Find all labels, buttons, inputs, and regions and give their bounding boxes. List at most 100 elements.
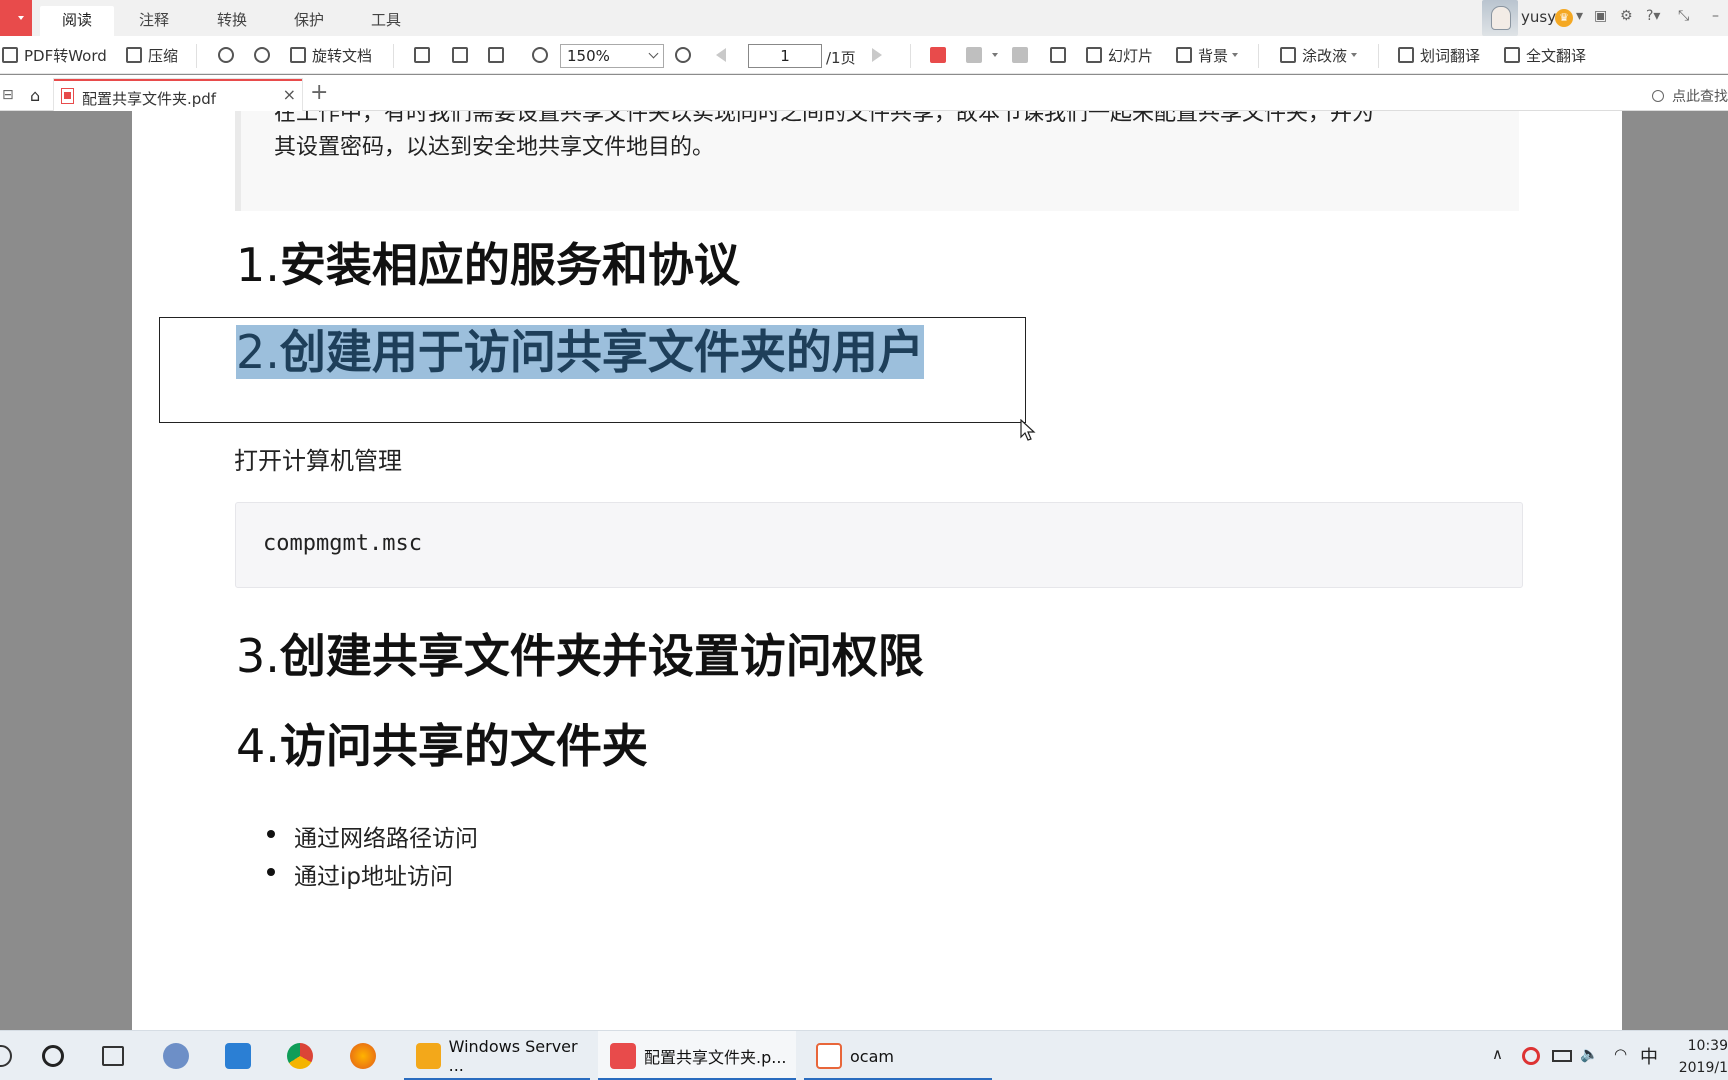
gear-icon[interactable]: ⚙: [1620, 8, 1633, 24]
tab-tools[interactable]: 工具: [352, 8, 420, 36]
fit-width-icon: [452, 47, 468, 63]
slideshow-label: 幻灯片: [1108, 46, 1154, 65]
wifi-icon[interactable]: ◠: [1614, 1045, 1627, 1063]
single-page-icon: [930, 47, 946, 63]
paragraph-open-management: 打开计算机管理: [234, 447, 402, 475]
system-clock[interactable]: 10:39 2019/1: [1679, 1035, 1728, 1079]
divider: [393, 44, 394, 68]
vscode-icon[interactable]: [225, 1043, 251, 1069]
taskbar-app-label: ocam: [850, 1046, 894, 1066]
toolbar: PDF转Word 压缩 旋转文档 150% 1 /1页 幻灯片 背景 涂改液 划…: [0, 36, 1728, 74]
chevron-down-icon: [1232, 53, 1239, 57]
home-icon[interactable]: ⌂: [30, 86, 40, 105]
tab-convert[interactable]: 转换: [198, 8, 266, 36]
battery-icon[interactable]: [1552, 1050, 1572, 1062]
correction-fluid-label: 涂改液: [1302, 46, 1348, 65]
fullscreen-icon[interactable]: ⤡: [1678, 8, 1689, 24]
fullscreen-button[interactable]: [1050, 44, 1072, 66]
message-icon[interactable]: ▣: [1594, 8, 1607, 24]
divider: [196, 44, 197, 68]
heading-number: 4.: [236, 719, 280, 773]
fit-page-icon: [488, 47, 504, 63]
list-item: 通过ip地址访问: [267, 857, 478, 895]
actual-size-button[interactable]: [414, 44, 436, 66]
heading-number: 1.: [236, 238, 280, 292]
chevron-down-icon[interactable]: ▾: [1576, 8, 1583, 24]
ime-indicator[interactable]: 中: [1640, 1043, 1658, 1069]
chevron-down-icon: [18, 16, 24, 20]
list-item: 通过网络路径访问: [267, 819, 478, 857]
sidebar-toggle-icon[interactable]: ⊟: [2, 87, 14, 103]
divider: [910, 44, 911, 68]
rotate-right-button[interactable]: [254, 44, 276, 66]
heading-text: 创建共享文件夹并设置访问权限: [279, 629, 924, 683]
rotate-doc-icon: [290, 47, 306, 63]
correction-fluid-button[interactable]: 涂改液: [1280, 44, 1358, 66]
new-tab-button[interactable]: +: [310, 80, 328, 105]
heading-1: 1.安装相应的服务和协议: [236, 229, 740, 295]
fit-width-button[interactable]: [452, 44, 474, 66]
continuous-button[interactable]: [1012, 44, 1034, 66]
ocam-icon: [816, 1043, 842, 1069]
clock-time: 10:39: [1687, 1038, 1728, 1054]
tab-annotate[interactable]: 注释: [120, 8, 188, 36]
page-number-input[interactable]: 1: [748, 44, 822, 68]
document-tab[interactable]: 配置共享文件夹.pdf ×: [54, 79, 302, 111]
heading-4: 4.访问共享的文件夹: [236, 710, 648, 776]
heading-2-selected: 2.创建用于访问共享文件夹的用户: [236, 316, 924, 382]
double-page-button[interactable]: [966, 44, 998, 66]
prev-page-icon[interactable]: [716, 48, 726, 62]
compress-label: 压缩: [148, 46, 179, 65]
word-icon: [2, 47, 18, 63]
chevron-up-icon[interactable]: ∧: [1492, 1045, 1503, 1063]
fit-page-button[interactable]: [488, 44, 510, 66]
background-button[interactable]: 背景: [1176, 44, 1239, 66]
record-icon[interactable]: [1522, 1047, 1540, 1065]
compress-button[interactable]: 压缩: [126, 44, 178, 66]
fullscreen-icon: [1050, 47, 1066, 63]
tab-read[interactable]: 阅读: [40, 6, 114, 36]
tab-protect[interactable]: 保护: [275, 8, 343, 36]
search-icon: [1652, 90, 1664, 102]
vmware-icon: [416, 1043, 441, 1069]
background-icon: [1176, 47, 1192, 63]
minimize-icon[interactable]: –: [1712, 8, 1719, 24]
pdf-to-word-button[interactable]: PDF转Word: [2, 44, 107, 66]
slideshow-button[interactable]: 幻灯片: [1086, 44, 1153, 66]
rotate-doc-button[interactable]: 旋转文档: [290, 44, 372, 66]
close-tab-icon[interactable]: ×: [283, 85, 296, 104]
rotate-left-button[interactable]: [218, 44, 240, 66]
zoom-out-icon: [532, 47, 548, 63]
task-view-icon[interactable]: [102, 1046, 124, 1066]
chrome-icon[interactable]: [287, 1043, 313, 1069]
user-avatar[interactable]: [1482, 0, 1518, 36]
full-translate-button[interactable]: 全文翻译: [1504, 44, 1586, 66]
divider: [1258, 44, 1259, 68]
chevron-down-icon: [992, 53, 998, 57]
username[interactable]: yusy: [1521, 8, 1556, 26]
r-app-icon[interactable]: [163, 1043, 189, 1069]
taskbar-app-ocam[interactable]: ocam: [804, 1031, 992, 1080]
help-icon[interactable]: ?▾: [1646, 8, 1660, 24]
firefox-icon[interactable]: [350, 1043, 376, 1069]
zoom-in-button[interactable]: [675, 44, 697, 66]
compress-icon: [126, 47, 142, 63]
search-icon[interactable]: [0, 1045, 12, 1067]
word-translate-button[interactable]: 划词翻译: [1398, 44, 1480, 66]
zoom-value: 150%: [567, 47, 610, 65]
document-viewport[interactable]: 在工作中，有时我们需要设置共享文件夹以实现同时之间的文件共享，故本节课我们一起来…: [0, 111, 1728, 1030]
pdf-to-word-label: PDF转Word: [24, 46, 107, 65]
page-total: /1页: [826, 49, 856, 67]
rotate-doc-label: 旋转文档: [312, 46, 373, 65]
single-page-button[interactable]: [930, 44, 952, 66]
taskbar-app-pdf[interactable]: 配置共享文件夹.p...: [598, 1031, 796, 1080]
next-page-icon[interactable]: [872, 48, 882, 62]
zoom-select[interactable]: 150%: [560, 44, 664, 68]
search-box[interactable]: 点此查找: [1652, 86, 1728, 106]
cortana-icon[interactable]: [42, 1045, 64, 1067]
zoom-out-button[interactable]: [532, 44, 554, 66]
volume-icon[interactable]: 🔈: [1580, 1045, 1599, 1063]
taskbar-app-vmware[interactable]: Windows Server ...: [404, 1031, 590, 1080]
app-menu-button[interactable]: [0, 0, 32, 36]
vip-crown-icon: ♛: [1555, 9, 1573, 27]
